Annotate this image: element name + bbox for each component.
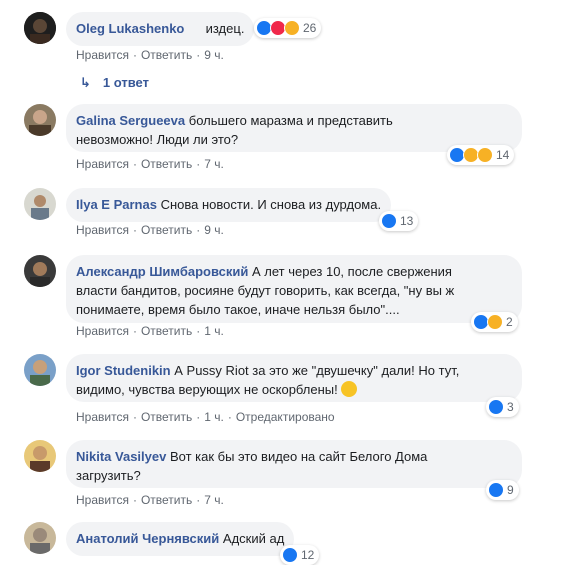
reaction-count: 13 xyxy=(400,214,414,228)
reply-arrow-icon: ↳ xyxy=(80,75,91,90)
reaction-count: 3 xyxy=(507,400,514,414)
avatar-photo-icon xyxy=(24,440,56,472)
comment-author[interactable]: Igor Studenikin xyxy=(76,363,171,378)
timestamp[interactable]: 9 ч. xyxy=(204,223,224,237)
comment-bubble: Igor Studenikin А Pussy Riot за это же "… xyxy=(66,354,522,402)
reactions-summary[interactable]: 13 xyxy=(379,211,419,231)
reactions-summary[interactable]: 14 xyxy=(447,145,515,165)
comment-author[interactable]: Oleg Lukashenko xyxy=(76,21,184,36)
comment-author[interactable]: Galina Sergueeva xyxy=(76,113,185,128)
avatar[interactable] xyxy=(24,188,56,220)
timestamp[interactable]: 1 ч. xyxy=(204,410,224,424)
like-link[interactable]: Нравится xyxy=(76,493,129,507)
reaction-count: 26 xyxy=(303,21,317,35)
timestamp[interactable]: 7 ч. xyxy=(204,157,224,171)
avatar[interactable] xyxy=(24,354,56,386)
like-reaction-icon xyxy=(488,482,504,498)
avatar-photo-icon xyxy=(24,522,56,554)
comment-actions: Нравится · Ответить · 9 ч. xyxy=(76,48,224,62)
like-link[interactable]: Нравится xyxy=(76,157,129,171)
like-link[interactable]: Нравится xyxy=(76,48,129,62)
avatar-photo-icon xyxy=(24,354,56,386)
comment-text-line2: видимо, чувства верующих не оскорблены! xyxy=(76,382,338,397)
comment-actions: Нравится · Ответить · 9 ч. xyxy=(76,223,224,237)
comment-text: Вот как бы это видео на сайт Белого Дома xyxy=(169,449,428,464)
comment-bubble: Анатолий Чернявский Адский ад xyxy=(66,522,295,556)
smiley-emoji-icon xyxy=(341,381,358,397)
timestamp[interactable]: 9 ч. xyxy=(204,48,224,62)
reply-link[interactable]: Ответить xyxy=(141,157,192,171)
like-reaction-icon xyxy=(282,547,298,563)
reply-link[interactable]: Ответить xyxy=(141,324,192,338)
avatar[interactable] xyxy=(24,104,56,136)
view-replies-link[interactable]: ↳ 1 ответ xyxy=(80,75,149,91)
comment-author[interactable]: Анатолий Чернявский xyxy=(76,531,219,546)
avatar[interactable] xyxy=(24,255,56,287)
comment-text: Снова новости. И снова из дурдома. xyxy=(160,197,382,212)
like-reaction-icon xyxy=(488,399,504,415)
comment-actions: Нравится · Ответить · 1 ч. · Отредактировано xyxy=(76,410,335,424)
avatar-photo-icon xyxy=(24,12,56,44)
reactions-summary[interactable]: 9 xyxy=(486,480,519,500)
reactions-summary[interactable]: 26 xyxy=(254,18,322,38)
comment-actions: Нравится · Ответить · 7 ч. xyxy=(76,157,224,171)
comment-text-line2: загрузить? xyxy=(76,468,141,483)
replies-count: 1 ответ xyxy=(102,75,149,90)
reactions-summary[interactable]: 2 xyxy=(471,312,518,332)
reply-link[interactable]: Ответить xyxy=(141,410,192,424)
avatar-photo-icon xyxy=(24,255,56,287)
comment-text: А лет через 10, после свержения xyxy=(251,264,452,279)
reply-link[interactable]: Ответить xyxy=(141,223,192,237)
like-reaction-icon xyxy=(381,213,397,229)
avatar[interactable] xyxy=(24,12,56,44)
sad-reaction-icon xyxy=(487,314,503,330)
comment-text-line3: понимаете, время было такое, иначе нельз… xyxy=(76,302,400,317)
reply-link[interactable]: Ответить xyxy=(141,493,192,507)
avatar-photo-icon xyxy=(24,104,56,136)
avatar-photo-icon xyxy=(24,188,56,220)
comment-actions: Нравится · Ответить · 7 ч. xyxy=(76,493,224,507)
comment-text: Адский ад xyxy=(222,531,285,546)
like-link[interactable]: Нравится xyxy=(76,410,129,424)
comment-author[interactable]: Ilya E Parnas xyxy=(76,197,157,212)
like-link[interactable]: Нравится xyxy=(76,324,129,338)
timestamp[interactable]: 7 ч. xyxy=(204,493,224,507)
timestamp[interactable]: 1 ч. xyxy=(204,324,224,338)
like-link[interactable]: Нравится xyxy=(76,223,129,237)
comment-text-line2: невозможно! Люди ли это? xyxy=(76,132,239,147)
reactions-summary[interactable]: 12 xyxy=(280,545,320,565)
comment-text: большего маразма и представить xyxy=(188,113,393,128)
comment-text: А Pussy Riot за это же "двушечку" дали! … xyxy=(174,363,460,378)
comment-actions: Нравится · Ответить · 1 ч. xyxy=(76,324,224,338)
sad-reaction-icon xyxy=(477,147,493,163)
edited-label[interactable]: Отредактировано xyxy=(236,410,335,424)
comment-text-line2: власти бандитов, росияне будут говорить,… xyxy=(76,283,455,298)
avatar[interactable] xyxy=(24,522,56,554)
reaction-count: 14 xyxy=(496,148,510,162)
comment-author[interactable]: Nikita Vasilyev xyxy=(76,449,166,464)
comment-bubble: Ilya E Parnas Снова новости. И снова из … xyxy=(66,188,392,222)
reaction-count: 2 xyxy=(506,315,513,329)
haha-reaction-icon xyxy=(284,20,300,36)
comment-author[interactable]: Александр Шимбаровский xyxy=(76,264,248,279)
reaction-count: 9 xyxy=(507,483,514,497)
comment-bubble: Oleg Lukashenko издец. xyxy=(66,12,255,46)
avatar[interactable] xyxy=(24,440,56,472)
reactions-summary[interactable]: 3 xyxy=(486,397,519,417)
comment-bubble: Александр Шимбаровский А лет через 10, п… xyxy=(66,255,522,323)
reply-link[interactable]: Ответить xyxy=(141,48,192,62)
comment-text: издец. xyxy=(205,21,245,36)
comment-bubble: Nikita Vasilyev Вот как бы это видео на … xyxy=(66,440,522,488)
